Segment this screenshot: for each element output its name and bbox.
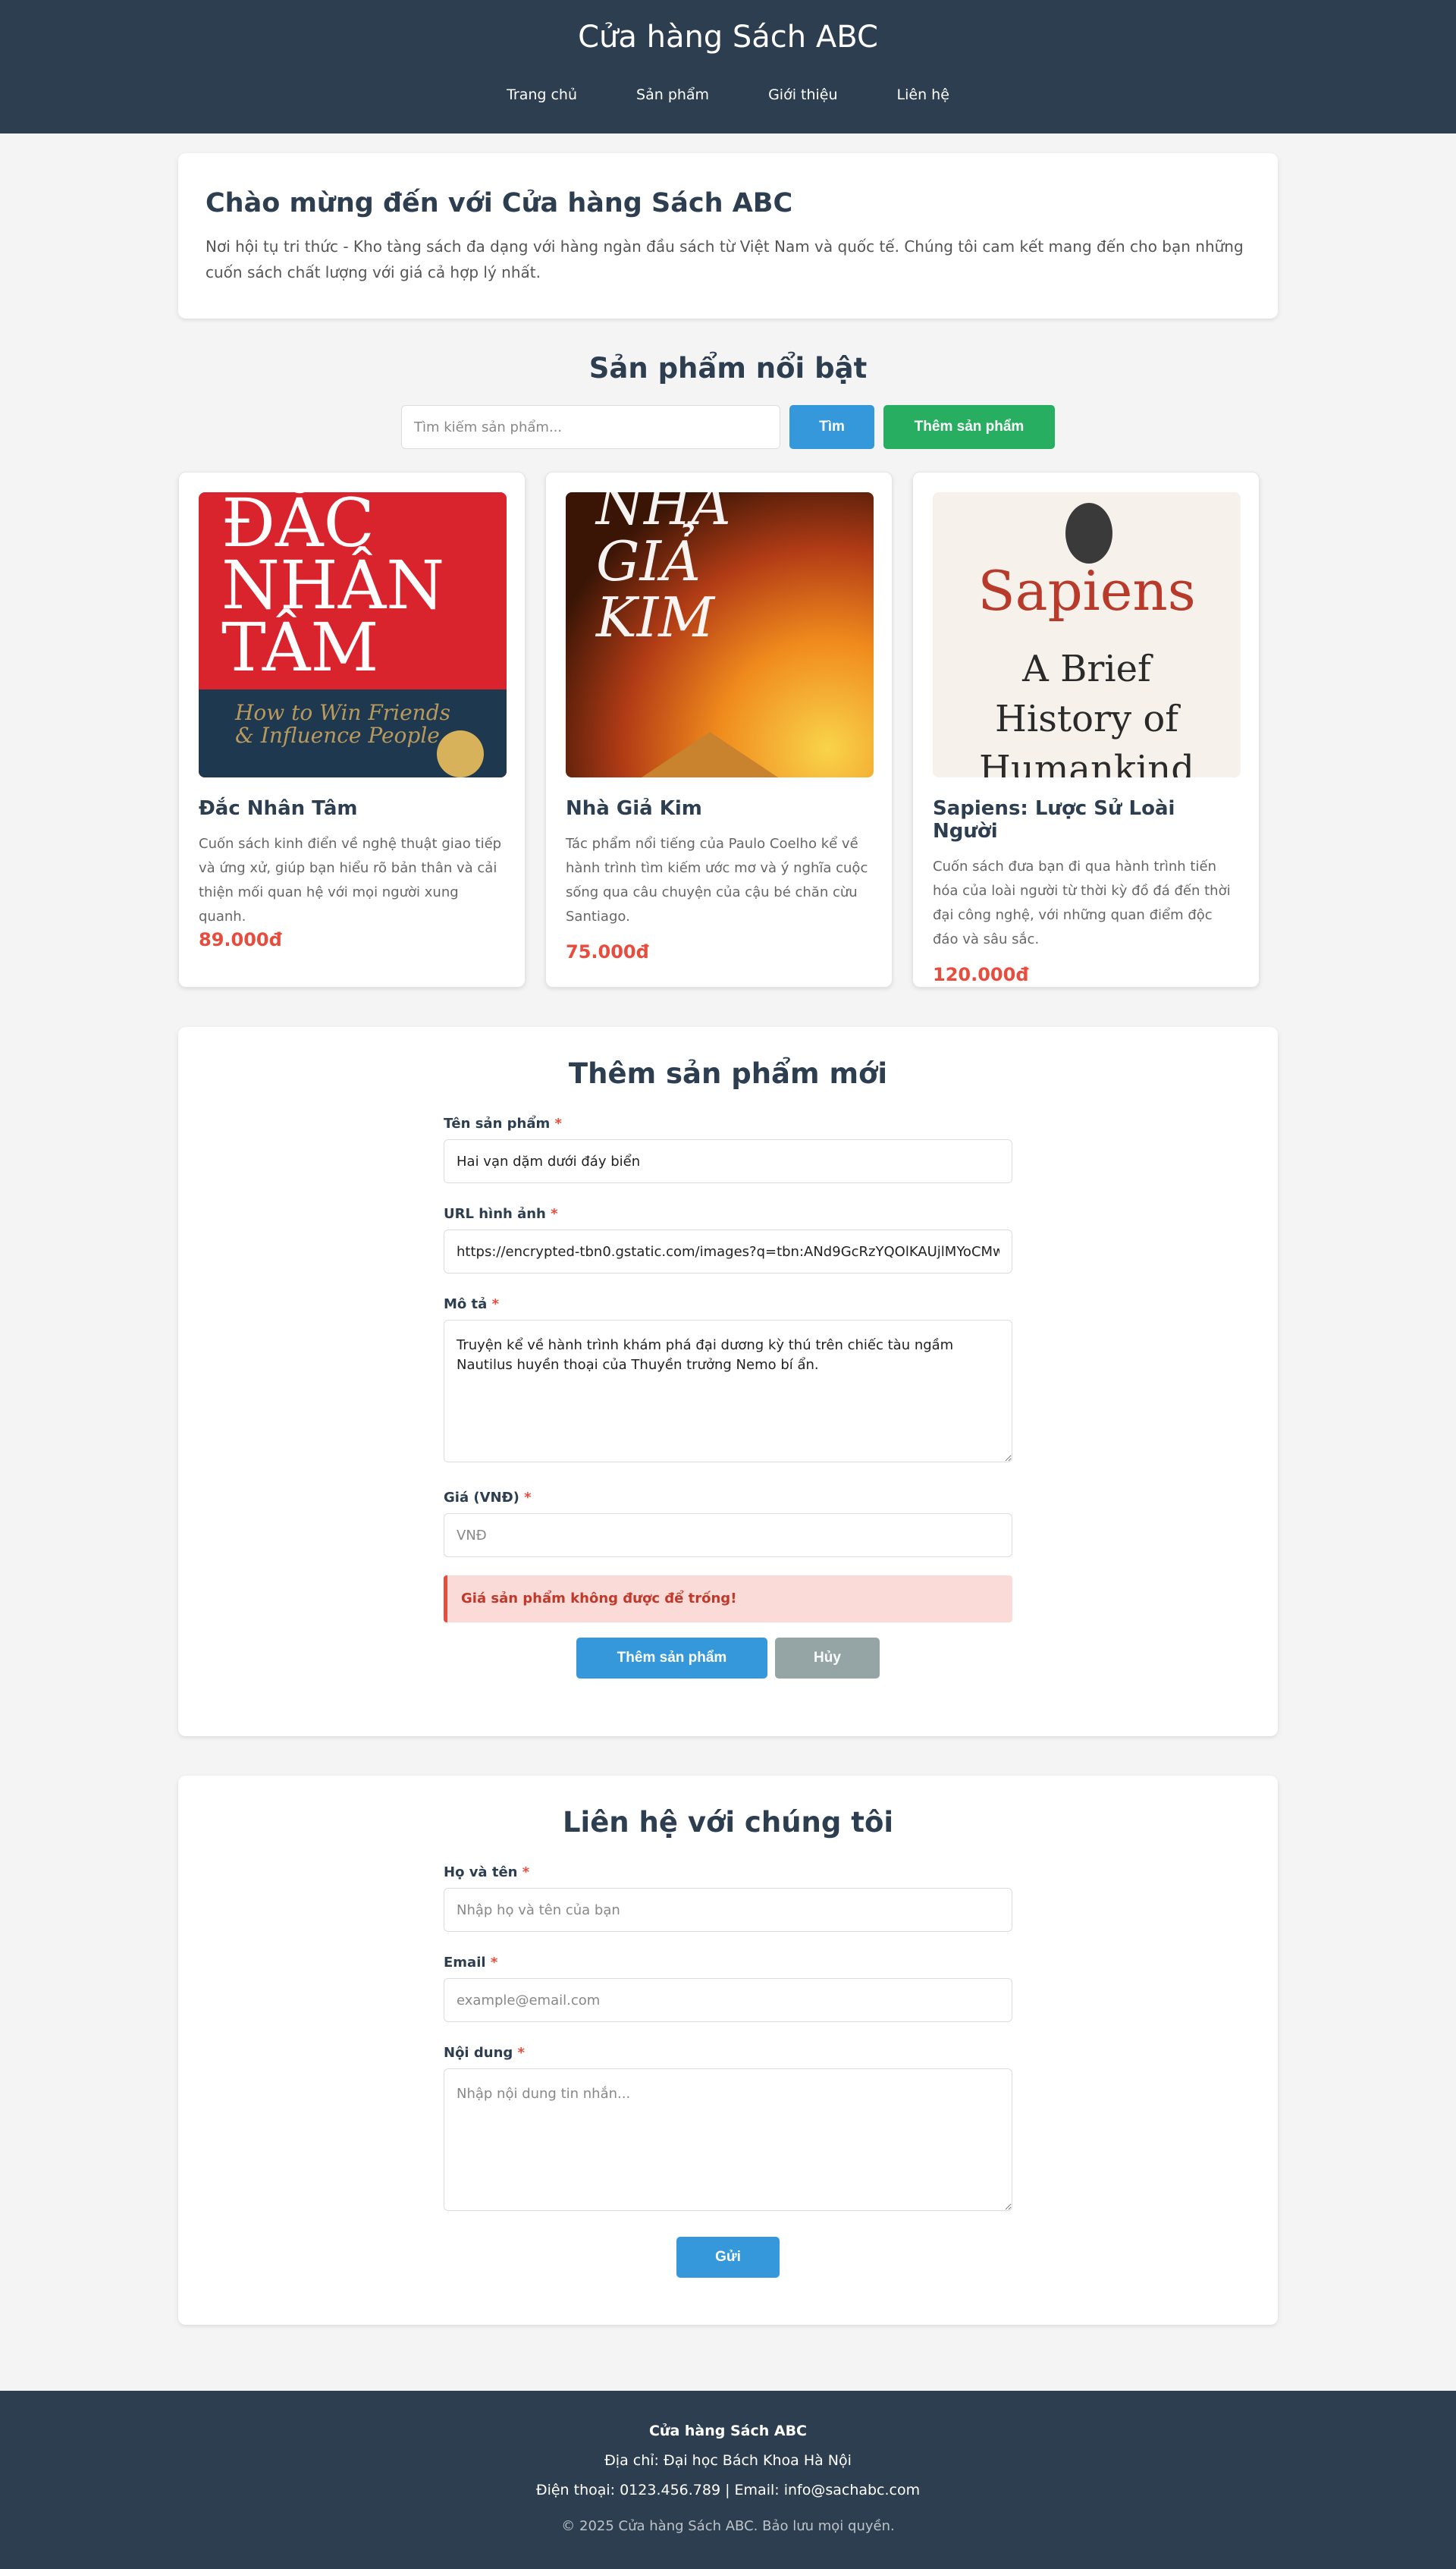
product-description: Cuốn sách đưa bạn đi qua hành trình tiến… xyxy=(933,859,1231,947)
product-price: 89.000đ xyxy=(199,929,282,950)
cover-title: NHÀ GIẢ KIM xyxy=(596,492,731,649)
main-nav: Trang chủ Sản phẩm Giới thiệu Liên hệ xyxy=(0,79,1456,111)
add-product-form: Tên sản phẩm * URL hình ảnh * Mô tả * Tr… xyxy=(444,1116,1012,1679)
product-description: Tác phẩm nổi tiếng của Paulo Coelho kể v… xyxy=(566,836,868,925)
nav-products[interactable]: Sản phẩm xyxy=(607,79,739,111)
product-name: Sapiens: Lược Sử Loài Người xyxy=(933,797,1175,843)
search-button[interactable]: Tìm xyxy=(789,405,874,449)
featured-title: Sản phẩm nổi bật xyxy=(588,352,868,385)
add-product-button[interactable]: Thêm sản phẩm xyxy=(883,405,1055,449)
product-name-input[interactable] xyxy=(444,1139,1012,1183)
welcome-section: Chào mừng đến với Cửa hàng Sách ABC Nơi … xyxy=(178,153,1278,319)
product-name: Đắc Nhân Tâm xyxy=(199,797,358,820)
cover-subtitle: How to Win Friends & Influence People xyxy=(235,700,450,748)
description-label: Mô tả * xyxy=(444,1296,499,1312)
cover-title: Sapiens xyxy=(977,559,1196,623)
footer-copyright: © 2025 Cửa hàng Sách ABC. Bảo lưu mọi qu… xyxy=(561,2518,895,2534)
contact-form: Họ và tên * Email * Nội dung * Gửi xyxy=(444,1864,1012,2278)
cover-thumbprint xyxy=(1065,503,1112,564)
submit-product-button[interactable]: Thêm sản phẩm xyxy=(576,1638,767,1679)
price-label: Giá (VNĐ) * xyxy=(444,1490,532,1506)
product-image: Sapiens A Brief History of Humankind xyxy=(933,492,1241,777)
search-bar: Tìm Thêm sản phẩm xyxy=(178,405,1278,449)
contact-title: Liên hệ với chúng tôi xyxy=(562,1806,894,1839)
product-image: ĐẮC NHÂN TÂM How to Win Friends & Influence… xyxy=(199,492,507,777)
contact-section: Liên hệ với chúng tôi Họ và tên * Email … xyxy=(178,1776,1278,2325)
cover-subtitle: A Brief History of Humankind xyxy=(979,648,1194,777)
add-form-actions: Thêm sản phẩm Hủy xyxy=(444,1638,1012,1679)
image-url-input[interactable] xyxy=(444,1230,1012,1274)
fullname-input[interactable] xyxy=(444,1888,1012,1932)
main-container: Chào mừng đến với Cửa hàng Sách ABC Nơi … xyxy=(178,153,1278,2325)
cover-seal xyxy=(437,730,484,777)
product-grid: ĐẮC NHÂN TÂM How to Win Friends & Influence… xyxy=(178,472,1278,988)
cover-band: How to Win Friends & Influence People xyxy=(199,689,507,777)
add-product-title: Thêm sản phẩm mới xyxy=(568,1057,888,1090)
site-title: Cửa hàng Sách ABC xyxy=(578,20,878,55)
product-description: Cuốn sách kinh điển về nghệ thuật giao t… xyxy=(199,836,502,925)
cover-title: ĐẮC NHÂN TÂM xyxy=(221,492,445,686)
site-header: Cửa hàng Sách ABC Trang chủ Sản phẩm Giớ… xyxy=(0,0,1456,133)
description-textarea[interactable]: Truyện kể về hành trình khám phá đại dươ… xyxy=(444,1320,1012,1462)
footer-contact: Điện thoại: 0123.456.789 | Email: info@s… xyxy=(535,2482,921,2498)
contact-form-actions: Gửi xyxy=(444,2237,1012,2278)
footer-address: Địa chỉ: Đại học Bách Khoa Hà Nội xyxy=(604,2452,852,2469)
product-price: 75.000đ xyxy=(566,941,649,963)
nav-about[interactable]: Giới thiệu xyxy=(739,79,867,111)
price-input[interactable] xyxy=(444,1513,1012,1557)
site-footer: Cửa hàng Sách ABC Địa chỉ: Đại học Bách … xyxy=(0,2391,1456,2569)
product-card[interactable]: Sapiens A Brief History of Humankind Sapie… xyxy=(912,472,1260,988)
send-button[interactable]: Gửi xyxy=(676,2237,780,2278)
email-label: Email * xyxy=(444,1955,498,1971)
nav-contact[interactable]: Liên hệ xyxy=(868,79,979,111)
cancel-button[interactable]: Hủy xyxy=(775,1638,880,1679)
product-name: Nhà Giả Kim xyxy=(566,797,702,820)
footer-store-name: Cửa hàng Sách ABC xyxy=(648,2423,808,2439)
message-label: Nội dung * xyxy=(444,2045,525,2061)
add-product-section: Thêm sản phẩm mới Tên sản phẩm * URL hìn… xyxy=(178,1027,1278,1736)
welcome-text: Nơi hội tụ tri thức - Kho tàng sách đa d… xyxy=(206,237,1244,281)
message-textarea[interactable] xyxy=(444,2068,1012,2211)
email-input[interactable] xyxy=(444,1978,1012,2022)
welcome-title: Chào mừng đến với Cửa hàng Sách ABC xyxy=(206,188,793,218)
product-card[interactable]: ĐẮC NHÂN TÂM How to Win Friends & Influence… xyxy=(178,472,526,988)
nav-home[interactable]: Trang chủ xyxy=(477,79,607,111)
fullname-label: Họ và tên * xyxy=(444,1864,530,1880)
image-url-label: URL hình ảnh * xyxy=(444,1206,558,1222)
cover-pyramid xyxy=(642,732,778,777)
product-name-label: Tên sản phẩm * xyxy=(444,1116,562,1132)
search-input[interactable] xyxy=(401,405,780,449)
product-price: 120.000đ xyxy=(933,964,1029,985)
product-image: NHÀ GIẢ KIM xyxy=(566,492,874,777)
price-error-message: Giá sản phẩm không được để trống! xyxy=(444,1575,1012,1622)
product-card[interactable]: NHÀ GIẢ KIM Nhà Giả Kim Tác phẩm nổi tiếng… xyxy=(545,472,893,988)
